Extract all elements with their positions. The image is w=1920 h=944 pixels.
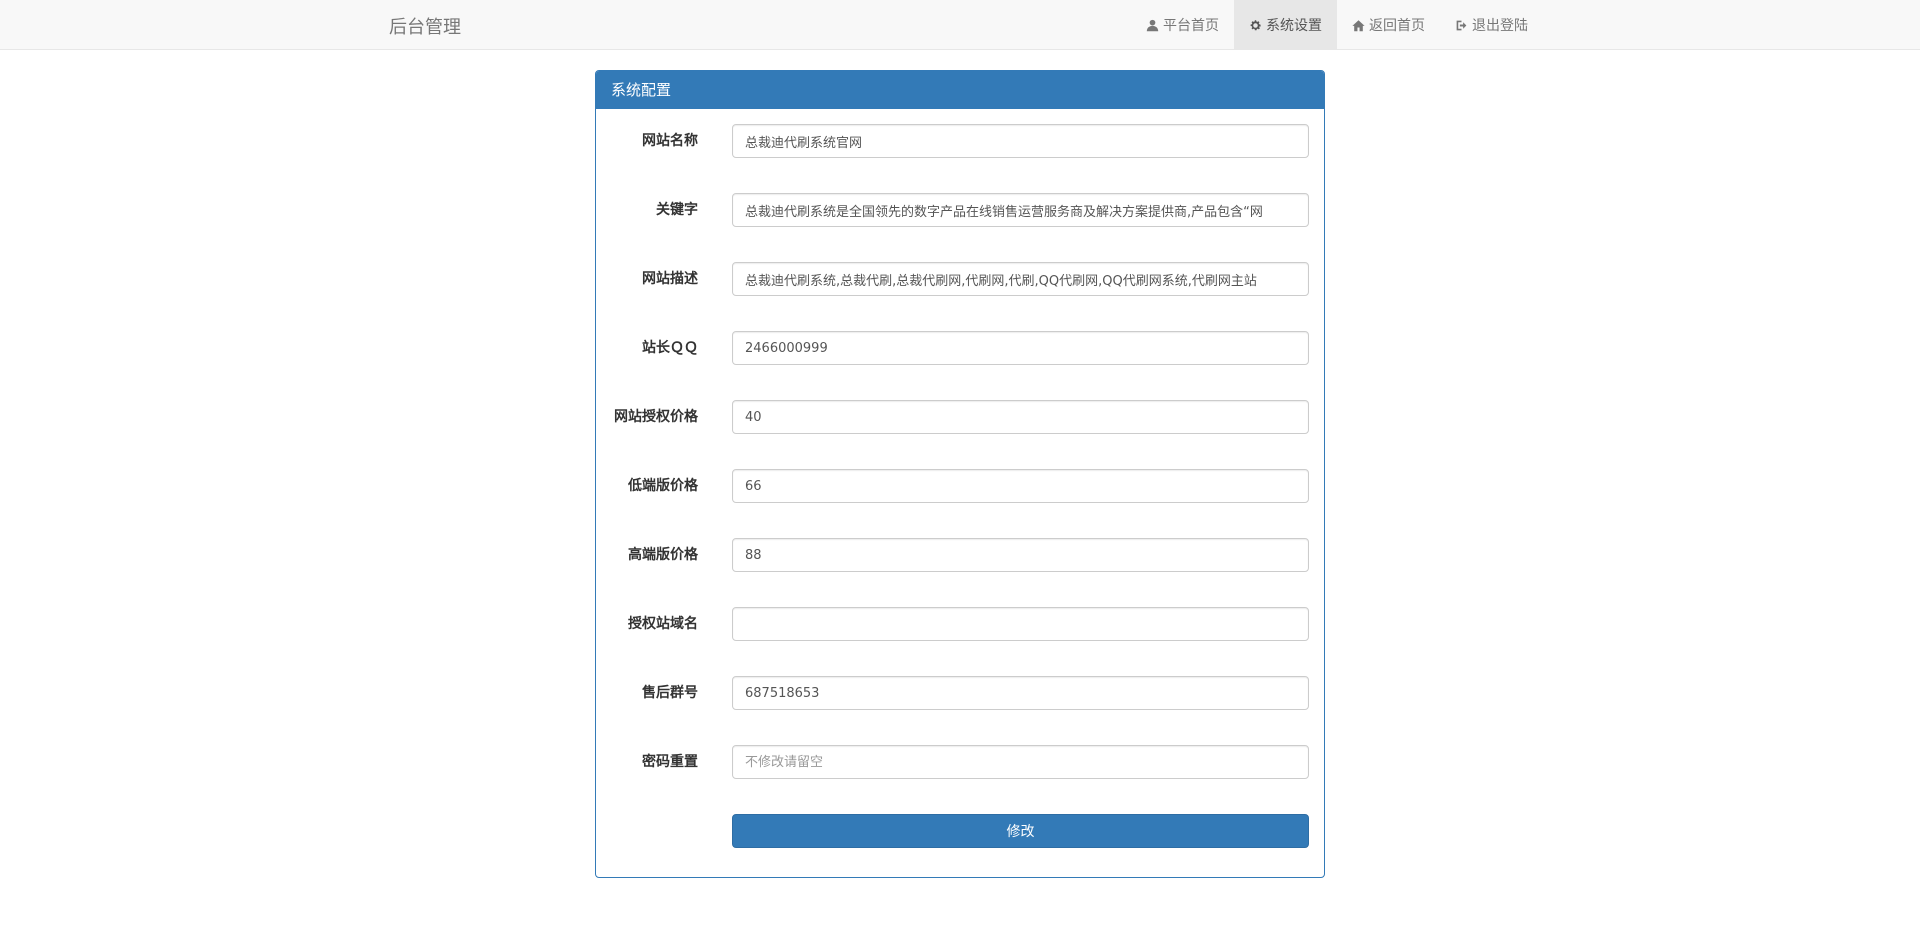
nav-item-label: 平台首页 [1163, 18, 1219, 34]
form-row-licensed-domain: 授权站域名 [596, 607, 1324, 641]
user-icon [1146, 19, 1159, 31]
admin-qq-input[interactable] [732, 331, 1309, 365]
license-price-input[interactable] [732, 400, 1309, 434]
basic-price-input[interactable] [732, 469, 1309, 503]
form-row-license-price: 网站授权价格 [596, 400, 1324, 434]
nav-item-logout[interactable]: 退出登陆 [1440, 0, 1543, 50]
field-label: 关键字 [656, 202, 698, 218]
system-config-panel: 系统配置 网站名称 关键字 网站描述 站长ＱＱ 网站授权价格 低端版价格 高端版… [595, 70, 1325, 878]
form-row-submit: 修改 [596, 814, 1324, 848]
form-row-password-reset: 密码重置 [596, 745, 1324, 779]
form-row-basic-price: 低端版价格 [596, 469, 1324, 503]
field-label: 授权站域名 [628, 616, 698, 632]
field-label: 网站名称 [642, 133, 698, 149]
site-name-input[interactable] [732, 124, 1309, 158]
nav-item-label: 返回首页 [1369, 18, 1425, 34]
gear-icon [1250, 19, 1261, 30]
nav-item-system-settings[interactable]: 系统设置 [1234, 0, 1337, 50]
brand-title[interactable]: 后台管理 [389, 13, 461, 39]
form-row-premium-price: 高端版价格 [596, 538, 1324, 572]
licensed-domain-input[interactable] [732, 607, 1309, 641]
field-label: 网站描述 [642, 271, 698, 287]
site-description-input[interactable] [732, 262, 1309, 296]
premium-price-input[interactable] [732, 538, 1309, 572]
home-icon [1352, 19, 1365, 31]
field-label: 低端版价格 [628, 478, 698, 494]
submit-button[interactable]: 修改 [732, 814, 1309, 848]
nav-item-label: 退出登陆 [1472, 18, 1528, 34]
keywords-input[interactable] [732, 193, 1309, 227]
nav-item-label: 系统设置 [1266, 18, 1322, 34]
form-row-keywords: 关键字 [596, 193, 1324, 227]
field-label: 售后群号 [642, 685, 698, 701]
nav-item-platform-home[interactable]: 平台首页 [1131, 0, 1234, 50]
field-label: 站长ＱＱ [642, 340, 698, 356]
password-reset-input[interactable] [732, 745, 1309, 779]
support-group-input[interactable] [732, 676, 1309, 710]
nav-item-back-home[interactable]: 返回首页 [1337, 0, 1440, 50]
nav-menu: 平台首页 系统设置 返回首页 退出登陆 [1131, 0, 1543, 50]
logout-icon [1456, 20, 1467, 30]
form-row-admin-qq: 站长ＱＱ [596, 331, 1324, 365]
top-navbar: 后台管理 平台首页 系统设置 返回首页 退出登陆 [0, 0, 1920, 50]
form-row-support-group: 售后群号 [596, 676, 1324, 710]
form-row-site-description: 网站描述 [596, 262, 1324, 296]
form-row-site-name: 网站名称 [596, 124, 1324, 158]
field-label: 网站授权价格 [614, 409, 698, 425]
field-label: 高端版价格 [628, 547, 698, 563]
panel-title: 系统配置 [596, 71, 1324, 109]
field-label: 密码重置 [642, 754, 698, 770]
